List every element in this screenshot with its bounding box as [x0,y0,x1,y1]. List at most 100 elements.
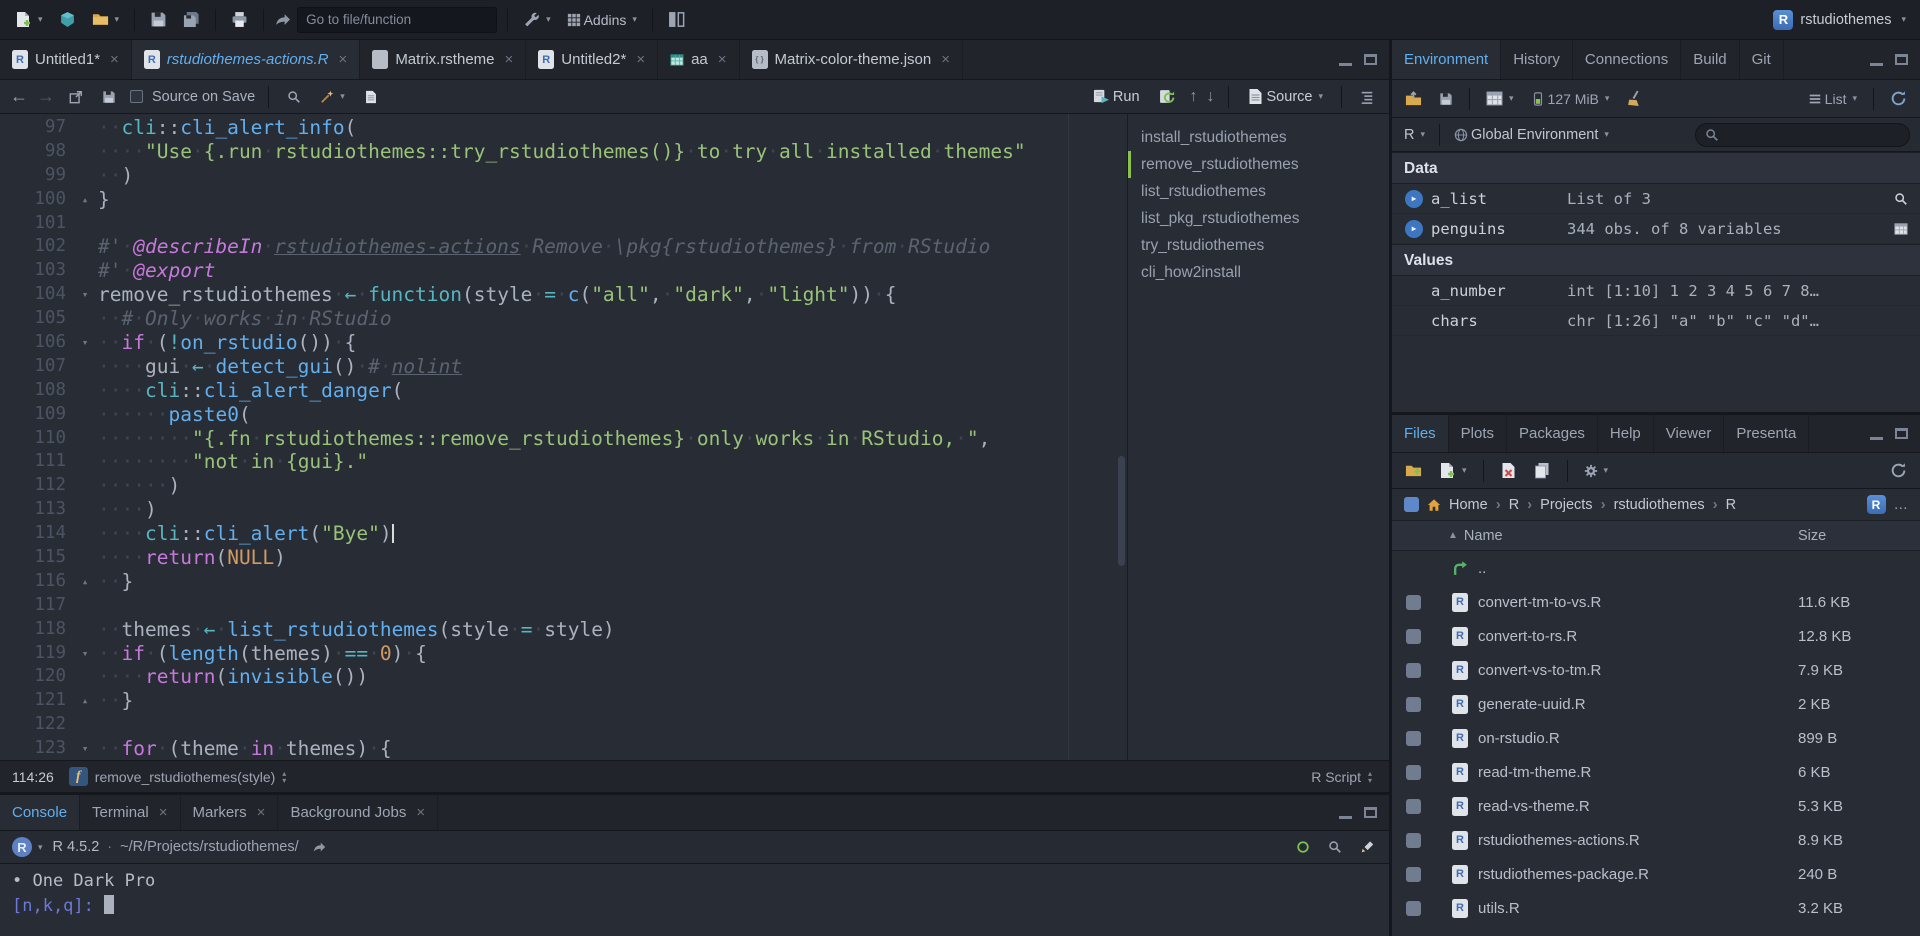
rerun-button[interactable] [1154,82,1181,112]
size-column-header[interactable]: Size [1798,528,1920,544]
source-on-save-checkbox[interactable] [130,90,143,103]
sort-ascending-icon[interactable]: ▲ [1448,530,1458,541]
fold-marker-icon[interactable]: ▾ [72,737,98,760]
minimize-button[interactable] [1870,428,1883,440]
new-project-button[interactable] [54,5,81,35]
breadcrumb-item[interactable]: rstudiothemes [1614,497,1705,513]
source-tab[interactable]: aa × [658,40,740,79]
print-button[interactable] [226,5,253,35]
save-document-button[interactable] [97,82,121,112]
compile-report-button[interactable] [359,82,383,112]
list-view-button[interactable]: List ▾ [1803,84,1862,114]
outline-item[interactable]: try_rstudiothemes [1128,232,1389,259]
name-column-header[interactable]: Name [1464,528,1503,544]
tab-close-icon[interactable]: × [718,51,727,68]
next-section-button[interactable]: ↓ [1207,88,1215,106]
tab-close-icon[interactable]: × [505,51,514,68]
file-row[interactable]: Rgenerate-uuid.R 2 KB [1392,687,1920,721]
file-type-menu[interactable]: R Script ▴ ▾ [1306,762,1377,792]
file-row[interactable]: Rconvert-to-rs.R 12.8 KB [1392,619,1920,653]
file-checkbox[interactable] [1406,662,1421,678]
expand-object-icon[interactable]: ▶ [1405,189,1423,208]
tab-presenta[interactable]: Presenta [1724,415,1810,452]
code-tools-button[interactable]: ▾ [315,82,350,112]
tab-files[interactable]: Files [1392,415,1449,452]
file-row[interactable]: Rconvert-tm-to-vs.R 11.6 KB [1392,585,1920,619]
file-name[interactable]: rstudiothemes-package.R [1478,866,1798,883]
forward-button[interactable]: → [37,86,55,107]
tab-help[interactable]: Help [1597,415,1654,452]
tab-console[interactable]: Console [0,795,81,830]
file-row[interactable]: .. [1392,551,1920,585]
environment-object-row[interactable]: ▶ penguins 344 obs. of 8 variables [1392,214,1920,244]
environment-object-row[interactable]: a_number int [1:10] 1 2 3 4 5 6 7 8… [1392,276,1920,306]
goto-file-input[interactable] [297,6,498,33]
copy-file-button[interactable] [1529,456,1556,486]
new-file-button[interactable]: ▾ [10,5,48,35]
memory-usage-button[interactable]: 127 MiB ▾ [1526,84,1615,114]
tab-close-icon[interactable]: × [941,51,950,68]
search-console-button[interactable] [1323,832,1347,862]
file-name[interactable]: utils.R [1478,900,1798,917]
breadcrumb-item[interactable]: R [1509,497,1519,513]
tab-git[interactable]: Git [1739,40,1784,79]
maximize-button[interactable] [1895,54,1908,65]
minimize-button[interactable] [1339,807,1352,819]
environment-object-row[interactable]: ▶ a_list List of 3 [1392,184,1920,214]
fold-marker-icon[interactable]: ▾ [72,283,98,307]
tab-viewer[interactable]: Viewer [1653,415,1725,452]
fold-marker-icon[interactable]: ▴ [72,570,98,594]
outline-item[interactable]: cli_how2install [1128,259,1389,286]
file-row[interactable]: Rconvert-vs-to-tm.R 7.9 KB [1392,653,1920,687]
jump-to-menu[interactable]: f remove_rstudiothemes(style) ▴ ▾ [64,762,292,792]
source-tab[interactable]: Rrstudiothemes-actions.R × [131,40,361,79]
fold-marker-icon[interactable]: ▴ [72,689,98,713]
tab-close-icon[interactable]: × [257,804,266,821]
scrollbar-thumb[interactable] [1118,456,1125,567]
expand-object-icon[interactable]: ▶ [1405,219,1423,238]
file-row[interactable]: Rutils.R 3.2 KB [1392,891,1920,925]
find-replace-button[interactable] [282,82,306,112]
source-tab[interactable]: { } Matrix-color-theme.json × [739,40,964,79]
file-row[interactable]: Rrstudiothemes-actions.R 8.9 KB [1392,823,1920,857]
r-session-menu[interactable]: R ▾ [10,832,45,862]
refresh-environment-button[interactable] [1885,84,1912,114]
breadcrumb-item[interactable]: Home [1449,497,1488,513]
outline-item[interactable]: install_rstudiothemes [1128,124,1389,151]
file-checkbox[interactable] [1406,900,1421,916]
inspect-object-icon[interactable] [1894,192,1908,206]
file-row[interactable]: Rread-vs-theme.R 5.3 KB [1392,789,1920,823]
back-button[interactable]: ← [10,86,28,107]
open-file-button[interactable]: ▾ [87,5,125,35]
environment-search-input[interactable] [1725,127,1900,142]
show-directory-button[interactable] [307,832,331,862]
language-selector[interactable]: R ▾ [1402,120,1427,150]
tab-connections[interactable]: Connections [1572,40,1682,79]
file-checkbox[interactable] [1406,866,1421,882]
minimize-button[interactable] [1870,54,1883,66]
outline-item[interactable]: list_rstudiothemes [1128,178,1389,205]
code-editor[interactable]: 97 ··cli::cli_alert_info(98 ····"Use·{.run… [0,114,1389,760]
addins-button[interactable]: Addins ▾ [562,5,642,35]
project-menu-button[interactable]: Rrstudiothemes ▾ [1773,9,1910,30]
view-table-icon[interactable] [1894,222,1908,236]
file-checkbox[interactable] [1406,730,1421,746]
session-suspend-indicator[interactable] [1291,832,1315,862]
file-name[interactable]: on-rstudio.R [1478,730,1798,747]
file-name[interactable]: convert-vs-to-tm.R [1478,662,1798,679]
file-checkbox[interactable] [1406,594,1421,610]
file-checkbox[interactable] [1406,696,1421,712]
clear-objects-button[interactable] [1621,84,1648,114]
file-checkbox[interactable] [1406,832,1421,848]
tab-close-icon[interactable]: × [636,51,645,68]
file-row[interactable]: Rrstudiothemes-package.R 240 B [1392,857,1920,891]
outline-item[interactable]: remove_rstudiothemes [1128,151,1389,178]
tab-build[interactable]: Build [1681,40,1740,79]
tab-terminal[interactable]: Terminal × [80,795,181,830]
environment-selector[interactable]: Global Environment ▾ [1452,120,1611,150]
load-workspace-button[interactable] [1400,84,1427,114]
file-name[interactable]: .. [1478,560,1798,577]
editor-scrollbar[interactable] [1117,114,1126,760]
source-tab[interactable]: R Untitled1* × [0,40,132,79]
previous-section-button[interactable]: ↑ [1190,88,1198,106]
